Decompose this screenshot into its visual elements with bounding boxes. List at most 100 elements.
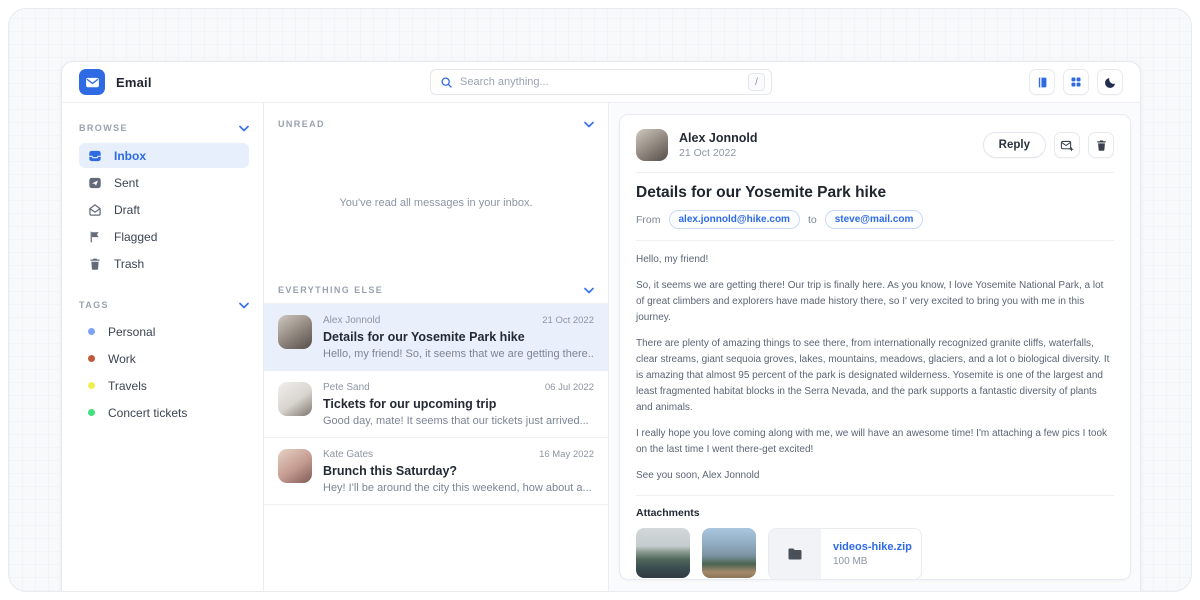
detail-header: Alex Jonnold 21 Oct 2022 Reply	[636, 129, 1114, 161]
email-sender: Kate Gates	[323, 449, 373, 460]
everything-else-section-header[interactable]: EVERYTHING ELSE	[264, 269, 608, 303]
body-paragraph: There are plenty of amazing things to se…	[636, 336, 1114, 416]
trash-icon	[1095, 139, 1108, 152]
attachment-photo-halfdome[interactable]	[702, 528, 756, 578]
sidebar-item-label: Sent	[114, 176, 139, 190]
background-frame: Email /	[8, 8, 1192, 592]
search-input[interactable]	[460, 76, 741, 88]
reading-pane: Alex Jonnold 21 Oct 2022 Reply	[609, 103, 1140, 592]
tag-item-personal[interactable]: Personal	[79, 320, 249, 343]
detail-subject: Details for our Yosemite Park hike	[636, 184, 1114, 202]
tag-label: Concert tickets	[108, 406, 187, 420]
email-logo-icon	[79, 69, 105, 95]
sidebar-item-draft[interactable]: Draft	[79, 197, 249, 222]
tag-item-travels[interactable]: Travels	[79, 374, 249, 397]
app-title: Email	[116, 75, 152, 90]
email-detail-card: Alex Jonnold 21 Oct 2022 Reply	[619, 114, 1131, 580]
chevron-down-icon[interactable]	[584, 121, 594, 128]
attachments-row: videos-hike.zip 100 MB	[636, 528, 1114, 580]
apps-grid-button[interactable]	[1063, 69, 1089, 95]
notebook-icon	[1036, 76, 1049, 89]
email-summary: Pete Sand 06 Jul 2022 Tickets for our up…	[323, 382, 594, 427]
email-list-item[interactable]: Alex Jonnold 21 Oct 2022 Details for our…	[264, 304, 608, 371]
email-summary: Alex Jonnold 21 Oct 2022 Details for our…	[323, 315, 594, 360]
moon-icon	[1104, 76, 1117, 89]
search-icon	[440, 76, 453, 89]
sidebar-item-trash[interactable]: Trash	[79, 251, 249, 276]
tag-label: Travels	[108, 379, 147, 393]
inbox-icon	[88, 149, 102, 163]
topbar-actions	[1029, 69, 1123, 95]
from-to-row: From alex.jonnold@hike.com to steve@mail…	[636, 210, 1114, 229]
tags-title: TAGS	[79, 300, 109, 310]
email-subject: Tickets for our upcoming trip	[323, 397, 594, 411]
reply-button[interactable]: Reply	[983, 132, 1046, 158]
email-list: Alex Jonnold 21 Oct 2022 Details for our…	[264, 303, 608, 505]
email-date: 21 Oct 2022	[542, 315, 594, 326]
tag-item-concert-tickets[interactable]: Concert tickets	[79, 401, 249, 424]
sidebar-item-flagged[interactable]: Flagged	[79, 224, 249, 249]
notebook-button[interactable]	[1029, 69, 1055, 95]
sent-icon	[88, 176, 102, 190]
avatar	[278, 315, 312, 349]
sidebar: BROWSE Inbox	[62, 103, 264, 592]
email-date: 16 May 2022	[539, 449, 594, 460]
tag-color-dot	[88, 409, 95, 416]
chevron-down-icon[interactable]	[239, 125, 249, 132]
from-label: From	[636, 214, 661, 226]
tag-color-dot	[88, 328, 95, 335]
mail-forward-icon	[1060, 139, 1074, 152]
sidebar-item-label: Trash	[114, 257, 144, 271]
sidebar-item-label: Draft	[114, 203, 140, 217]
divider	[636, 172, 1114, 173]
detail-sender-name: Alex Jonnold	[679, 131, 757, 145]
email-snippet: Hello, my friend! So, it seems that we a…	[323, 348, 594, 360]
email-list-item[interactable]: Pete Sand 06 Jul 2022 Tickets for our up…	[264, 371, 608, 438]
dark-mode-button[interactable]	[1097, 69, 1123, 95]
screen: Email /	[0, 0, 1200, 600]
body-paragraph: Hello, my friend!	[636, 252, 1114, 268]
attachment-file-name[interactable]: videos-hike.zip	[833, 541, 912, 553]
email-snippet: Good day, mate! It seems that our ticket…	[323, 415, 594, 427]
email-date: 06 Jul 2022	[545, 382, 594, 393]
avatar	[278, 382, 312, 416]
tags-section-header[interactable]: TAGS	[79, 276, 249, 320]
sidebar-item-sent[interactable]: Sent	[79, 170, 249, 195]
email-list-item[interactable]: Kate Gates 16 May 2022 Brunch this Satur…	[264, 438, 608, 505]
folder-icon-box	[769, 529, 821, 579]
attachments-title: Attachments	[636, 507, 1114, 519]
unread-title: UNREAD	[278, 119, 325, 129]
sidebar-item-inbox[interactable]: Inbox	[79, 143, 249, 168]
search-bar[interactable]: /	[430, 69, 772, 95]
divider	[636, 240, 1114, 241]
browse-section-header[interactable]: BROWSE	[79, 107, 249, 143]
tag-item-work[interactable]: Work	[79, 347, 249, 370]
email-body: Hello, my friend! So, it seems we are ge…	[636, 252, 1114, 484]
body-paragraph: I really hope you love coming along with…	[636, 426, 1114, 458]
tags-list: Personal Work Travels Concert ticke	[79, 320, 249, 424]
forward-mail-button[interactable]	[1054, 132, 1080, 158]
unread-empty-state: You've read all messages in your inbox.	[264, 137, 608, 269]
email-sender: Alex Jonnold	[323, 315, 380, 326]
attachment-file-size: 100 MB	[833, 556, 912, 567]
email-summary: Kate Gates 16 May 2022 Brunch this Satur…	[323, 449, 594, 494]
attachment-photo-valley[interactable]	[636, 528, 690, 578]
email-subject: Brunch this Saturday?	[323, 464, 594, 478]
to-address-chip[interactable]: steve@mail.com	[825, 210, 924, 229]
chevron-down-icon[interactable]	[584, 287, 594, 294]
attachment-file-card[interactable]: videos-hike.zip 100 MB	[768, 528, 922, 580]
email-app-window: Email /	[61, 61, 1141, 592]
message-list-column: UNREAD You've read all messages in your …	[264, 103, 609, 592]
tag-color-dot	[88, 382, 95, 389]
topbar: Email /	[62, 62, 1140, 103]
from-address-chip[interactable]: alex.jonnold@hike.com	[669, 210, 800, 229]
email-snippet: Hey! I'll be around the city this weeken…	[323, 482, 594, 494]
chevron-down-icon[interactable]	[239, 302, 249, 309]
browse-title: BROWSE	[79, 123, 128, 133]
tag-label: Personal	[108, 325, 155, 339]
grid-icon	[1070, 76, 1082, 88]
delete-mail-button[interactable]	[1088, 132, 1114, 158]
unread-section-header[interactable]: UNREAD	[264, 103, 608, 137]
browse-nav: Inbox Sent Draft	[79, 143, 249, 276]
to-label: to	[808, 214, 817, 226]
